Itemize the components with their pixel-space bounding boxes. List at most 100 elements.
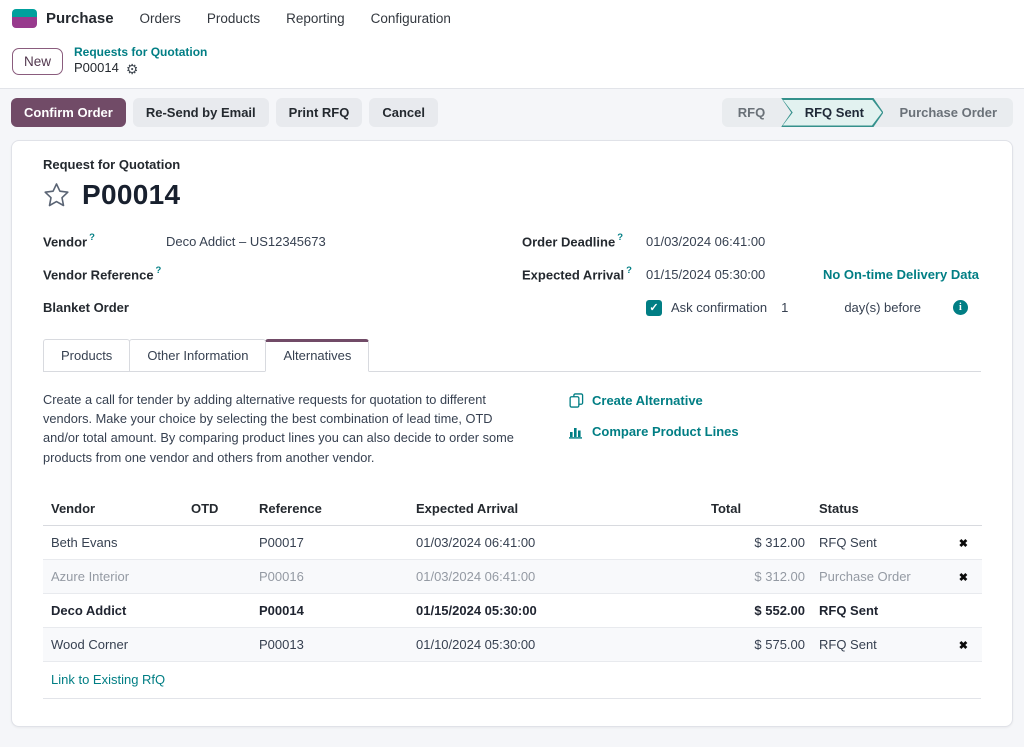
menu-configuration[interactable]: Configuration	[371, 11, 451, 26]
row-reference: P00013	[259, 637, 304, 652]
breadcrumb: Requests for Quotation P00014 ⚙	[74, 45, 207, 76]
stage-rfq[interactable]: RFQ	[722, 98, 781, 127]
row-total: $ 312.00	[754, 535, 805, 550]
col-header-expected-arrival[interactable]: Expected Arrival	[404, 495, 711, 526]
info-icon[interactable]: i	[953, 300, 968, 315]
statusbar: RFQ RFQ Sent Purchase Order	[722, 98, 1013, 127]
field-expected-arrival: Expected Arrival? 01/15/2024 05:30:00 No…	[522, 258, 981, 291]
breadcrumb-parent-link[interactable]: Requests for Quotation	[74, 45, 207, 60]
purchase-app-icon	[12, 9, 37, 28]
form-sheet: Request for Quotation P00014 Vendor? Dec…	[11, 140, 1013, 727]
remove-row-icon[interactable]: ✖	[959, 640, 968, 652]
app-name[interactable]: Purchase	[46, 10, 114, 27]
row-expected-arrival: 01/15/2024 05:30:00	[416, 603, 537, 618]
field-order-deadline: Order Deadline? 01/03/2024 06:41:00	[522, 225, 981, 258]
menu-reporting[interactable]: Reporting	[286, 11, 345, 26]
tab-alternatives[interactable]: Alternatives	[265, 339, 369, 372]
create-alternative-link[interactable]: Create Alternative	[569, 393, 739, 408]
notebook-tabs: Products Other Information Alternatives	[43, 339, 981, 372]
bar-chart-icon	[569, 425, 584, 439]
field-vendor: Vendor? Deco Addict – US12345673	[43, 225, 480, 258]
main-area: Confirm Order Re-Send by Email Print RFQ…	[0, 89, 1024, 747]
top-menu: Orders Products Reporting Configuration	[140, 11, 451, 26]
row-expected-arrival: 01/10/2024 05:30:00	[416, 637, 535, 652]
alternatives-description: Create a call for tender by adding alter…	[43, 390, 521, 467]
app-switcher[interactable]: Purchase	[12, 9, 114, 28]
row-status: RFQ Sent	[819, 603, 878, 618]
table-header-row: Vendor OTD Reference Expected Arrival To…	[43, 495, 982, 526]
table-row[interactable]: Deco Addict P00014 01/15/2024 05:30:00 $…	[43, 593, 982, 627]
remove-row-icon[interactable]: ✖	[959, 538, 968, 550]
alternatives-tab-content: Create a call for tender by adding alter…	[43, 390, 981, 467]
field-blanket-order: Blanket Order	[43, 291, 480, 324]
expected-arrival-value[interactable]: 01/15/2024 05:30:00	[646, 267, 765, 282]
help-icon[interactable]: ?	[89, 232, 95, 243]
stage-rfq-sent-label: RFQ Sent	[805, 105, 864, 120]
on-time-delivery-link[interactable]: No On-time Delivery Data	[823, 267, 979, 282]
vendor-value[interactable]: Deco Addict – US12345673	[166, 234, 326, 249]
row-total: $ 312.00	[754, 569, 805, 584]
favorite-star-icon[interactable]	[43, 182, 70, 208]
link-to-existing-rfq[interactable]: Link to Existing RfQ	[51, 672, 165, 687]
vendor-label: Vendor	[43, 235, 87, 250]
alternatives-table-body: Beth Evans P00017 01/03/2024 06:41:00 $ …	[43, 525, 982, 661]
resend-by-email-button[interactable]: Re-Send by Email	[133, 98, 269, 127]
new-button[interactable]: New	[12, 48, 63, 75]
field-vendor-reference: Vendor Reference?	[43, 258, 480, 291]
help-icon[interactable]: ?	[626, 265, 632, 276]
alternatives-table: Vendor OTD Reference Expected Arrival To…	[43, 495, 982, 662]
stage-purchase-order[interactable]: Purchase Order	[883, 98, 1013, 127]
row-status: RFQ Sent	[819, 637, 877, 652]
table-row[interactable]: Beth Evans P00017 01/03/2024 06:41:00 $ …	[43, 525, 982, 559]
row-total: $ 575.00	[754, 637, 805, 652]
record-type-label: Request for Quotation	[43, 157, 981, 172]
confirmation-days-input[interactable]: 1	[781, 300, 788, 315]
row-total: $ 552.00	[754, 603, 805, 618]
control-panel: New Requests for Quotation P00014 ⚙	[0, 36, 1024, 88]
tab-other-information[interactable]: Other Information	[129, 339, 266, 371]
row-reference: P00017	[259, 535, 304, 550]
breadcrumb-current: P00014	[74, 60, 119, 76]
fields-grid: Vendor? Deco Addict – US12345673 Vendor …	[43, 225, 981, 324]
row-vendor: Azure Interior	[51, 569, 129, 584]
menu-orders[interactable]: Orders	[140, 11, 181, 26]
gear-icon[interactable]: ⚙	[126, 62, 139, 76]
col-header-reference[interactable]: Reference	[244, 495, 404, 526]
tab-products[interactable]: Products	[43, 339, 130, 371]
col-header-total[interactable]: Total	[711, 495, 805, 526]
row-vendor: Wood Corner	[51, 637, 128, 652]
menu-products[interactable]: Products	[207, 11, 260, 26]
record-title: P00014	[82, 179, 180, 211]
top-nav: Purchase Orders Products Reporting Confi…	[0, 0, 1024, 36]
blanket-order-label: Blanket Order	[43, 300, 129, 315]
ask-confirmation-label: Ask confirmation	[671, 300, 767, 315]
field-ask-confirmation: ✓ Ask confirmation 1 day(s) before i	[522, 291, 981, 324]
compare-product-lines-link[interactable]: Compare Product Lines	[569, 424, 739, 439]
table-footer: Link to Existing RfQ	[43, 662, 981, 699]
ask-confirmation-checkbox[interactable]: ✓	[646, 300, 662, 316]
order-deadline-value[interactable]: 01/03/2024 06:41:00	[646, 234, 765, 249]
col-header-vendor[interactable]: Vendor	[43, 495, 191, 526]
row-expected-arrival: 01/03/2024 06:41:00	[416, 569, 535, 584]
cancel-button[interactable]: Cancel	[369, 98, 438, 127]
col-header-status[interactable]: Status	[805, 495, 938, 526]
row-reference: P00016	[259, 569, 304, 584]
row-status: RFQ Sent	[819, 535, 877, 550]
row-vendor: Deco Addict	[51, 603, 126, 618]
row-status: Purchase Order	[819, 569, 911, 584]
help-icon[interactable]: ?	[156, 265, 162, 276]
remove-row-icon[interactable]: ✖	[959, 572, 968, 584]
col-header-otd[interactable]: OTD	[191, 495, 244, 526]
days-before-label: day(s) before	[844, 300, 921, 315]
row-reference: P00014	[259, 603, 304, 618]
table-row[interactable]: Wood Corner P00013 01/10/2024 05:30:00 $…	[43, 627, 982, 661]
table-row[interactable]: Azure Interior P00016 01/03/2024 06:41:0…	[43, 559, 982, 593]
confirm-order-button[interactable]: Confirm Order	[11, 98, 126, 127]
row-vendor: Beth Evans	[51, 535, 118, 550]
print-rfq-button[interactable]: Print RFQ	[276, 98, 363, 127]
vendor-reference-label: Vendor Reference	[43, 268, 154, 283]
actions-row: Confirm Order Re-Send by Email Print RFQ…	[11, 89, 1013, 134]
row-expected-arrival: 01/03/2024 06:41:00	[416, 535, 535, 550]
help-icon[interactable]: ?	[617, 232, 623, 243]
stage-rfq-sent[interactable]: RFQ Sent	[781, 98, 883, 127]
